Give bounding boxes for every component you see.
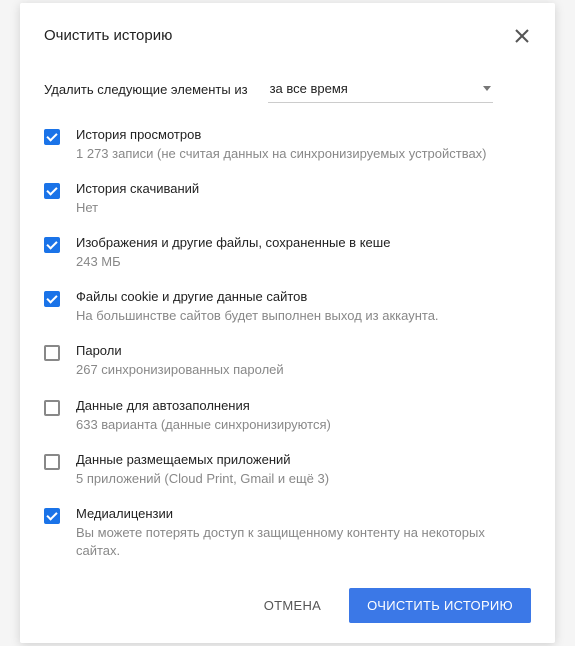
option-label: Данные для автозаполнения [76, 398, 331, 413]
option-label: Изображения и другие файлы, сохраненные … [76, 235, 390, 250]
option-label: Файлы cookie и другие данные сайтов [76, 289, 439, 304]
option-sublabel: 267 синхронизированных паролей [76, 361, 284, 379]
option-text: История просмотров 1 273 записи (не счита… [76, 127, 487, 163]
dialog-footer: ОТМЕНА ОЧИСТИТЬ ИСТОРИЮ [44, 588, 531, 623]
option-row: Пароли 267 синхронизированных паролей [44, 343, 531, 379]
option-row: Данные размещаемых приложений 5 приложени… [44, 452, 531, 488]
option-row: История просмотров 1 273 записи (не счита… [44, 127, 531, 163]
option-text: Медиалицензии Вы можете потерять доступ к… [76, 506, 531, 560]
option-row: Файлы cookie и другие данные сайтов На бо… [44, 289, 531, 325]
option-checkbox[interactable] [44, 400, 60, 416]
option-label: Данные размещаемых приложений [76, 452, 329, 467]
cancel-button[interactable]: ОТМЕНА [246, 588, 339, 623]
option-sublabel: 5 приложений (Cloud Print, Gmail и ещё 3… [76, 470, 329, 488]
option-row: Медиалицензии Вы можете потерять доступ к… [44, 506, 531, 560]
option-label: История просмотров [76, 127, 487, 142]
time-range-value: за все время [270, 81, 348, 96]
option-sublabel: 633 варианта (данные синхронизируются) [76, 416, 331, 434]
option-sublabel: 243 МБ [76, 253, 390, 271]
clear-history-button[interactable]: ОЧИСТИТЬ ИСТОРИЮ [349, 588, 531, 623]
option-checkbox[interactable] [44, 508, 60, 524]
dialog-header: Очистить историю [44, 27, 531, 49]
option-sublabel: Вы можете потерять доступ к защищенному … [76, 524, 531, 560]
option-text: Данные размещаемых приложений 5 приложени… [76, 452, 329, 488]
option-row: История скачиваний Нет [44, 181, 531, 217]
option-text: Пароли 267 синхронизированных паролей [76, 343, 284, 379]
option-sublabel: Нет [76, 199, 199, 217]
option-text: Данные для автозаполнения 633 варианта (д… [76, 398, 331, 434]
time-range-select[interactable]: за все время [268, 77, 493, 103]
close-icon [515, 29, 529, 43]
option-label: Медиалицензии [76, 506, 531, 521]
option-text: Файлы cookie и другие данные сайтов На бо… [76, 289, 439, 325]
dialog-title: Очистить историю [44, 27, 172, 44]
option-checkbox[interactable] [44, 291, 60, 307]
option-row: Изображения и другие файлы, сохраненные … [44, 235, 531, 271]
option-label: Пароли [76, 343, 284, 358]
chevron-down-icon [483, 86, 491, 91]
option-text: История скачиваний Нет [76, 181, 199, 217]
option-text: Изображения и другие файлы, сохраненные … [76, 235, 390, 271]
time-range-label: Удалить следующие элементы из [44, 82, 248, 97]
option-checkbox[interactable] [44, 129, 60, 145]
options-list: История просмотров 1 273 записи (не счита… [44, 127, 531, 561]
option-sublabel: 1 273 записи (не считая данных на синхро… [76, 145, 487, 163]
option-sublabel: На большинстве сайтов будет выполнен вых… [76, 307, 439, 325]
option-checkbox[interactable] [44, 454, 60, 470]
option-checkbox[interactable] [44, 345, 60, 361]
clear-history-dialog: Очистить историю Удалить следующие элеме… [20, 3, 555, 644]
time-range-row: Удалить следующие элементы из за все вре… [44, 77, 531, 103]
option-checkbox[interactable] [44, 183, 60, 199]
option-checkbox[interactable] [44, 237, 60, 253]
option-row: Данные для автозаполнения 633 варианта (д… [44, 398, 531, 434]
option-label: История скачиваний [76, 181, 199, 196]
close-button[interactable] [513, 27, 531, 49]
